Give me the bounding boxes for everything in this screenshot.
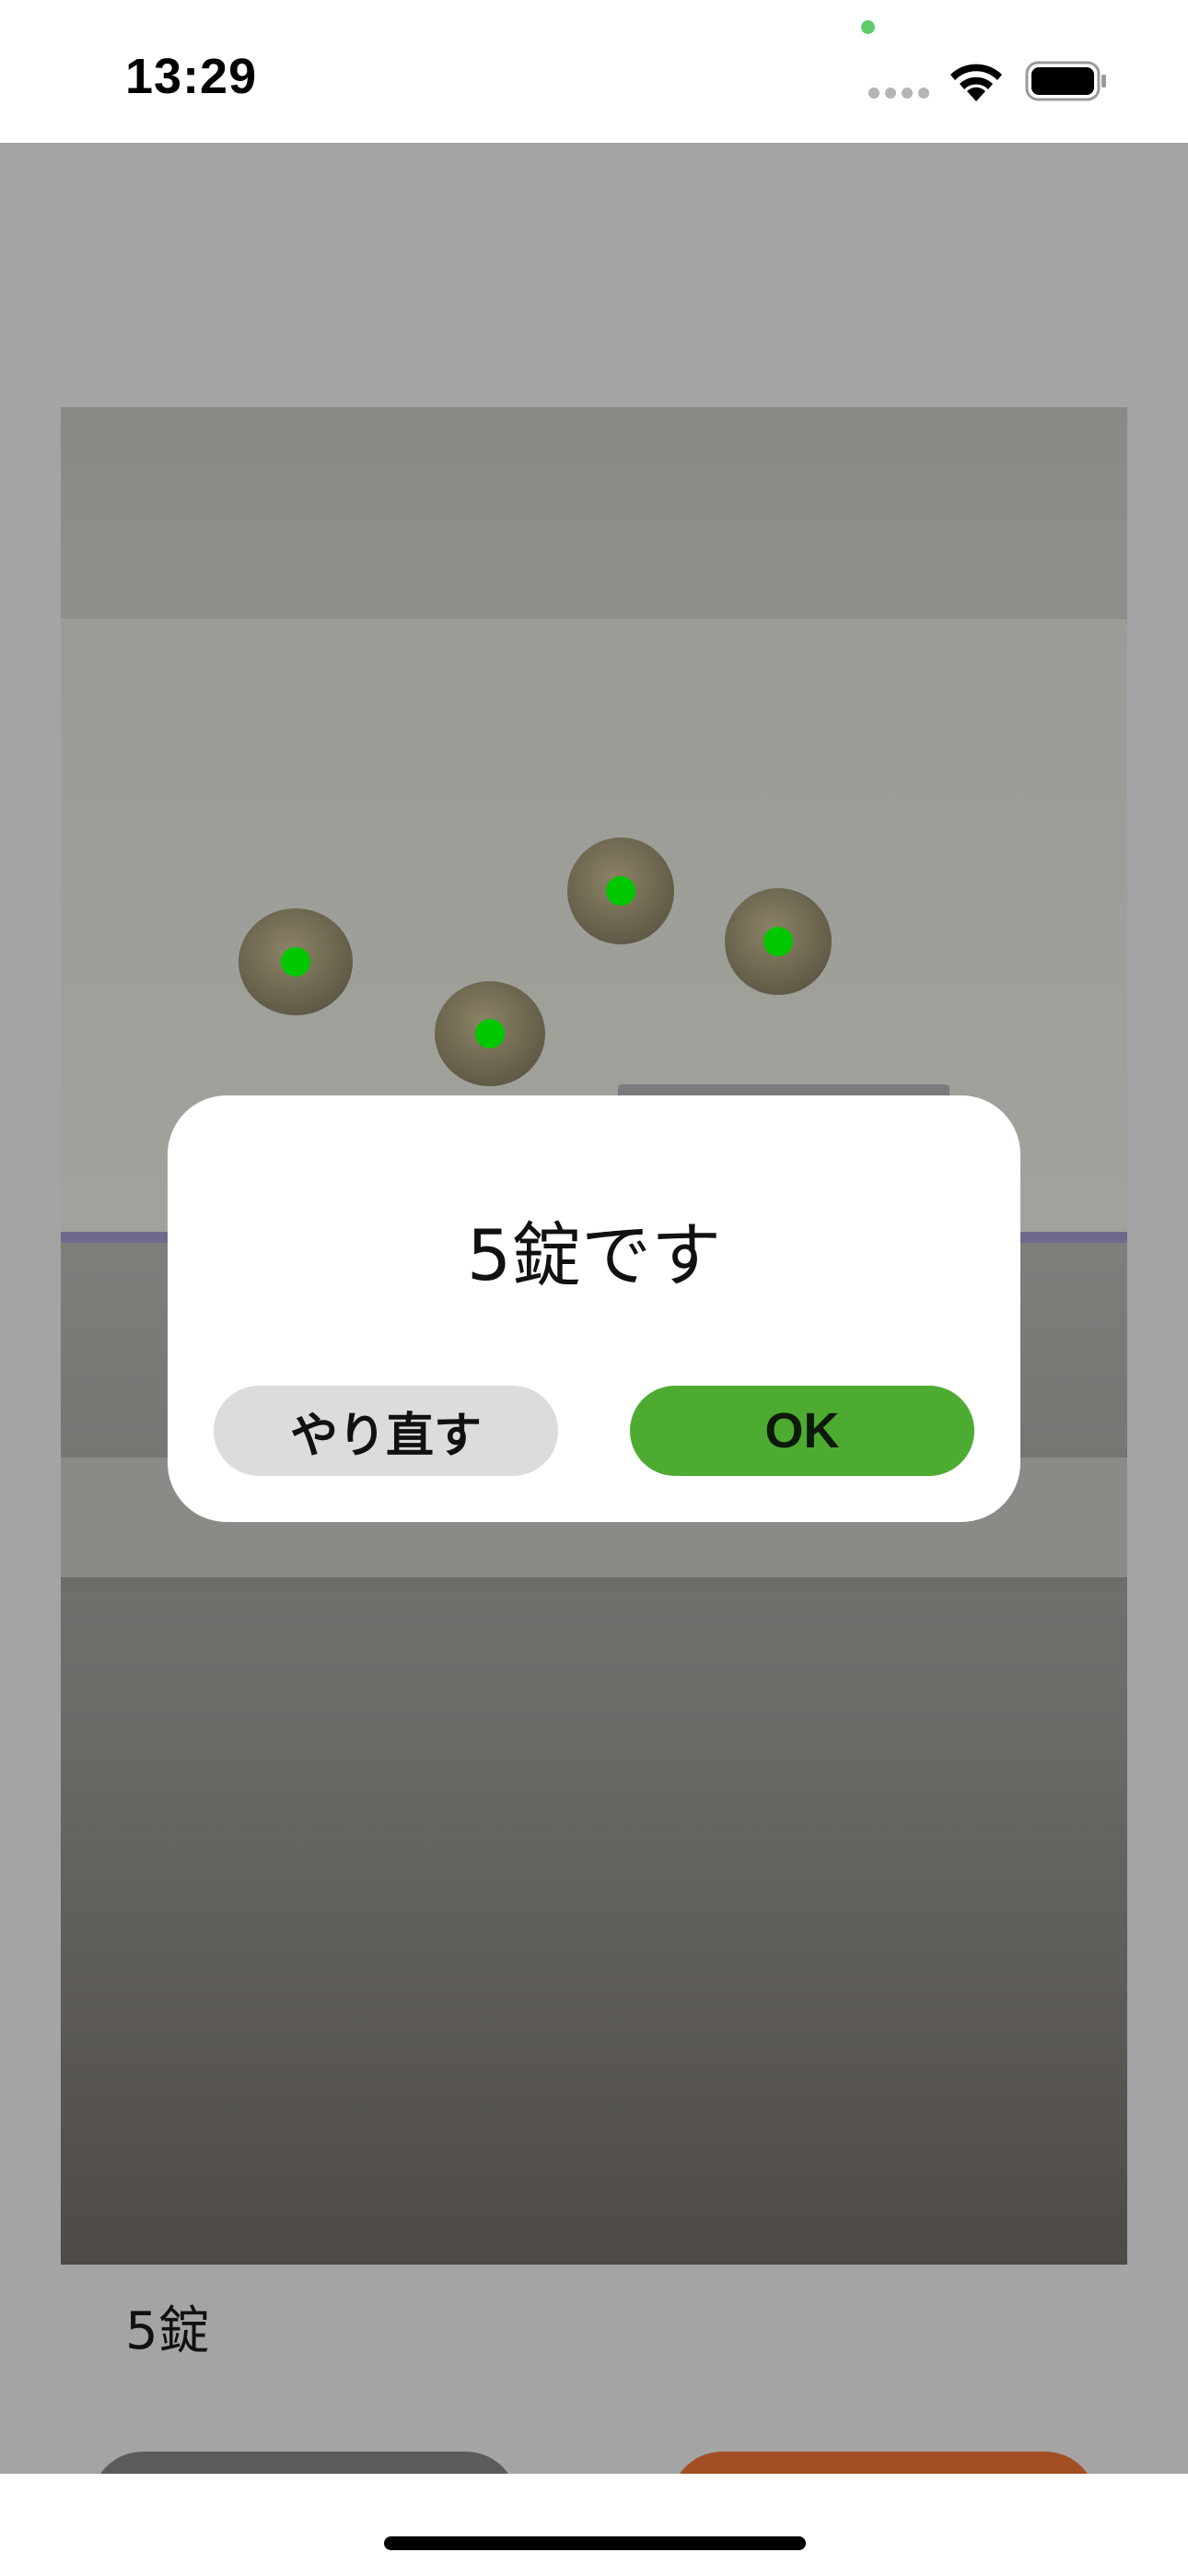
home-indicator-area: [0, 2474, 1188, 2576]
dialog-title: 5錠です: [466, 1214, 722, 1296]
camera-indicator-icon: [861, 20, 875, 34]
detection-marker: [606, 876, 635, 906]
detection-marker: [763, 927, 793, 956]
ok-button[interactable]: OK: [630, 1386, 974, 1476]
detection-marker: [475, 1019, 505, 1048]
battery-icon: [1025, 61, 1106, 101]
cellular-icon: [868, 85, 935, 102]
detection-marker: [281, 947, 310, 977]
retry-button[interactable]: やり直す: [214, 1386, 558, 1476]
wifi-icon: [950, 64, 1002, 101]
home-indicator[interactable]: [384, 2536, 806, 2550]
status-time: 13:29: [125, 49, 258, 104]
result-dialog: 5錠です やり直す OK: [168, 1095, 1020, 1522]
status-bar: 13:29: [0, 0, 1188, 143]
pill-count-label: 5錠: [125, 2301, 210, 2361]
